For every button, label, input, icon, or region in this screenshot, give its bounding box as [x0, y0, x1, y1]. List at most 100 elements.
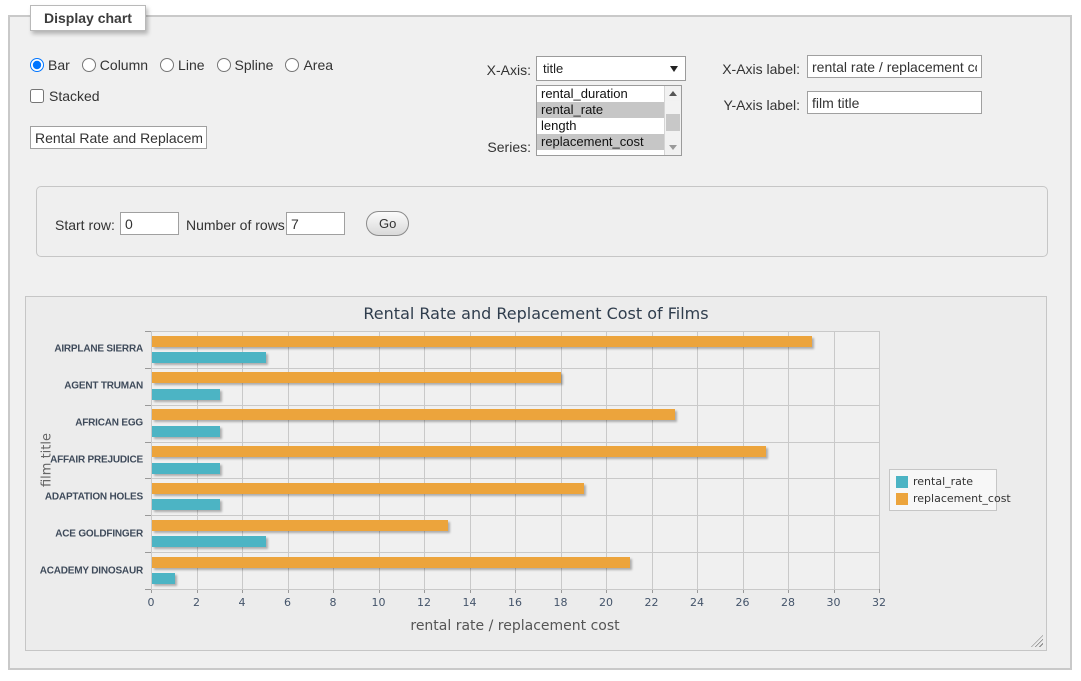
- legend-item-rental_rate[interactable]: rental_rate: [896, 475, 990, 488]
- x-tick-label: 32: [872, 596, 886, 609]
- x-axis-label-input[interactable]: [807, 55, 982, 78]
- series-option-rental_rate[interactable]: rental_rate: [537, 102, 664, 118]
- bar-replacement_cost[interactable]: [152, 336, 812, 347]
- go-button[interactable]: Go: [366, 211, 409, 236]
- scroll-up-button[interactable]: [665, 86, 681, 101]
- x-tick-label: 16: [508, 596, 522, 609]
- chart-type-option-line[interactable]: Line: [160, 57, 204, 73]
- gridline-vertical: [197, 331, 198, 589]
- chart-type-label: Bar: [48, 57, 70, 73]
- series-option-rental_duration[interactable]: rental_duration: [537, 86, 664, 102]
- bar-rental_rate[interactable]: [152, 426, 220, 437]
- chart-type-radio-column[interactable]: [82, 58, 96, 72]
- bar-replacement_cost[interactable]: [152, 372, 561, 383]
- chart-legend: rental_rate replacement_cost: [889, 469, 997, 511]
- category-label: AGENT TRUMAN: [26, 381, 143, 392]
- bar-replacement_cost[interactable]: [152, 520, 448, 531]
- bar-replacement_cost[interactable]: [152, 409, 675, 420]
- series-option-length[interactable]: length: [537, 118, 664, 134]
- category-label: AFRICAN EGG: [26, 418, 143, 429]
- y-axis-tick: [145, 589, 151, 590]
- y-axis-tick: [145, 405, 151, 406]
- x-axis-tick: [879, 589, 880, 593]
- gridline-vertical: [424, 331, 425, 589]
- category-label: ACE GOLDFINGER: [26, 528, 143, 539]
- series-options: rental_durationrental_ratelengthreplacem…: [537, 86, 664, 155]
- gridline-horizontal: [151, 515, 879, 516]
- y-axis-tick: [145, 552, 151, 553]
- gridline-vertical: [379, 331, 380, 589]
- x-tick-label: 26: [736, 596, 750, 609]
- chart-title-input[interactable]: [30, 126, 207, 149]
- gridline-vertical: [561, 331, 562, 589]
- chart-container: Rental Rate and Replacement Cost of Film…: [25, 296, 1047, 651]
- bar-replacement_cost[interactable]: [152, 446, 766, 457]
- x-axis-label-caption: X-Axis label:: [700, 61, 800, 77]
- legend-item-replacement_cost[interactable]: replacement_cost: [896, 492, 990, 505]
- scrollbar-thumb[interactable]: [666, 114, 680, 131]
- x-tick-label: 6: [284, 596, 291, 609]
- x-tick-label: 30: [827, 596, 841, 609]
- legend-swatch-icon: [896, 493, 908, 505]
- start-row-label: Start row:: [55, 217, 115, 233]
- gridline-horizontal: [151, 368, 879, 369]
- x-axis-select-label: X-Axis:: [450, 62, 531, 78]
- legend-swatch-icon: [896, 476, 908, 488]
- start-row-input[interactable]: [120, 212, 179, 235]
- chart-type-option-spline[interactable]: Spline: [217, 57, 274, 73]
- arrow-up-icon: [669, 91, 677, 96]
- chart-type-label: Spline: [235, 57, 274, 73]
- chart-type-option-bar[interactable]: Bar: [30, 57, 70, 73]
- bar-rental_rate[interactable]: [152, 389, 220, 400]
- x-axis-select[interactable]: title: [536, 56, 686, 81]
- x-tick-label: 28: [781, 596, 795, 609]
- gridline-horizontal: [151, 442, 879, 443]
- bar-replacement_cost[interactable]: [152, 483, 584, 494]
- y-axis-tick: [145, 331, 151, 332]
- bar-rental_rate[interactable]: [152, 463, 220, 474]
- y-axis-label-input[interactable]: [807, 91, 982, 114]
- chart-title: Rental Rate and Replacement Cost of Film…: [26, 304, 1046, 323]
- x-tick-label: 4: [239, 596, 246, 609]
- chart-type-radio-bar[interactable]: [30, 58, 44, 72]
- chart-type-option-area[interactable]: Area: [285, 57, 333, 73]
- scroll-down-button[interactable]: [665, 140, 681, 155]
- x-tick-label: 2: [193, 596, 200, 609]
- bar-replacement_cost[interactable]: [152, 557, 630, 568]
- series-listbox[interactable]: rental_durationrental_ratelengthreplacem…: [536, 85, 682, 156]
- bar-rental_rate[interactable]: [152, 573, 175, 584]
- x-tick-label: 18: [554, 596, 568, 609]
- bar-rental_rate[interactable]: [152, 352, 266, 363]
- chart-type-label: Column: [100, 57, 148, 73]
- series-option-replacement_cost[interactable]: replacement_cost: [537, 134, 664, 150]
- chart-type-label: Line: [178, 57, 204, 73]
- gridline-horizontal: [151, 331, 879, 332]
- bar-rental_rate[interactable]: [152, 499, 220, 510]
- stacked-checkbox-row[interactable]: Stacked: [30, 88, 100, 104]
- series-listbox-label: Series:: [450, 139, 531, 155]
- scrollbar-track[interactable]: [665, 101, 681, 140]
- chart-type-radio-line[interactable]: [160, 58, 174, 72]
- resize-handle-icon[interactable]: [1031, 635, 1043, 647]
- page: Display chart Bar Column Line Spline Area St…: [0, 0, 1081, 681]
- fieldset-legend: Display chart: [30, 5, 146, 31]
- legend-label: rental_rate: [913, 475, 973, 488]
- number-of-rows-input[interactable]: [286, 212, 345, 235]
- y-axis-tick: [145, 368, 151, 369]
- chart-type-radio-spline[interactable]: [217, 58, 231, 72]
- bar-rental_rate[interactable]: [152, 536, 266, 547]
- gridline-vertical: [652, 331, 653, 589]
- chart-type-radio-area[interactable]: [285, 58, 299, 72]
- stacked-checkbox[interactable]: [30, 89, 44, 103]
- x-tick-label: 14: [463, 596, 477, 609]
- gridline-vertical: [788, 331, 789, 589]
- series-scrollbar[interactable]: [664, 86, 681, 155]
- y-axis-tick: [145, 515, 151, 516]
- gridline-vertical: [697, 331, 698, 589]
- chevron-down-icon: [670, 66, 678, 72]
- category-label: ADAPTATION HOLES: [26, 491, 143, 502]
- y-axis-label-caption: Y-Axis label:: [700, 97, 800, 113]
- chart-type-option-column[interactable]: Column: [82, 57, 148, 73]
- y-axis-tick: [145, 442, 151, 443]
- stacked-label: Stacked: [49, 88, 100, 104]
